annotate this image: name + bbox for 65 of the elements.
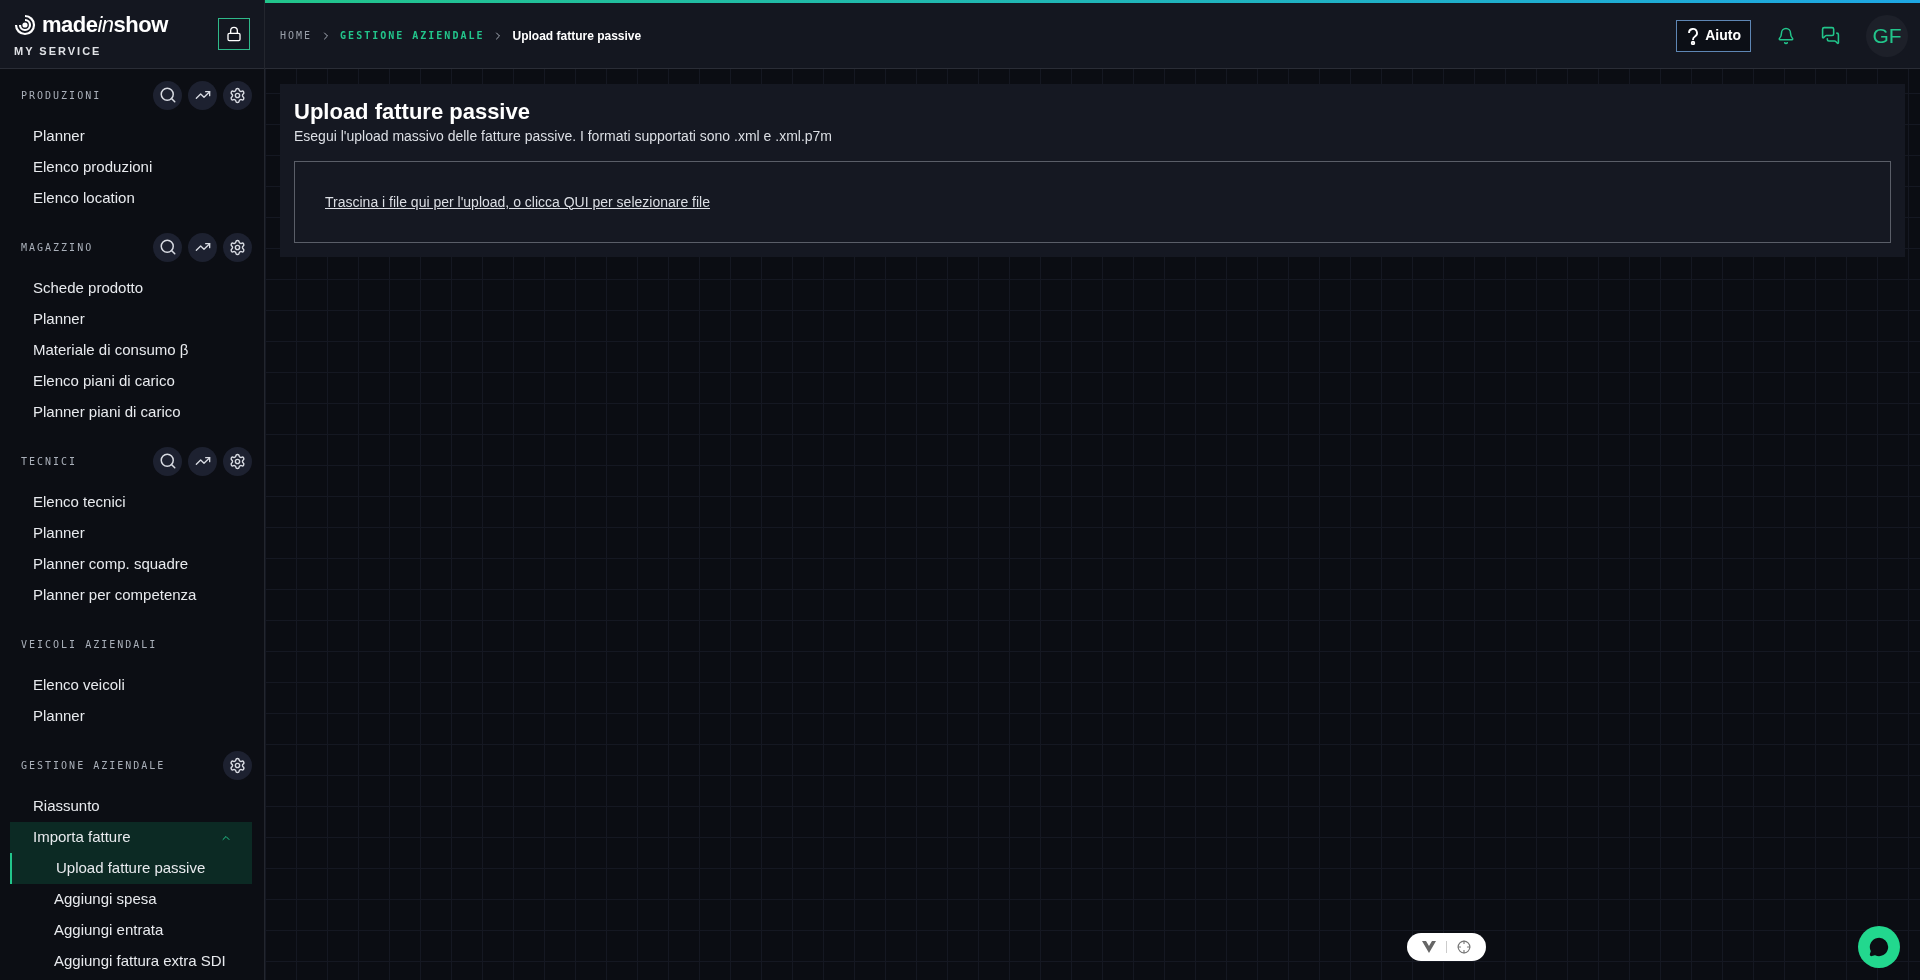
breadcrumb-link[interactable]: HOME — [280, 28, 313, 43]
brand-logo: madeinshow — [42, 11, 168, 40]
sidebar-item[interactable]: Importa fatture — [10, 822, 252, 853]
breadcrumb-current: Upload fatture passive — [512, 27, 642, 45]
search-button[interactable] — [153, 232, 182, 262]
bell-icon — [1777, 26, 1795, 45]
sidebar-item[interactable]: Elenco produzioni — [10, 152, 252, 183]
sidebar-item[interactable]: Elenco location — [10, 183, 252, 214]
sidebar-item[interactable]: Planner — [10, 701, 252, 732]
chat-bubble-button[interactable] — [1858, 926, 1900, 968]
settings-icon — [229, 452, 246, 470]
sidebar-item[interactable]: Planner piani di carico — [10, 397, 252, 428]
sidebar-item[interactable]: Schede prodotto — [10, 273, 252, 304]
section-title: VEICOLI AZIENDALI — [21, 637, 158, 652]
sidebar-item[interactable]: Upload fatture passive — [10, 853, 252, 884]
dropzone[interactable]: Trascina i file qui per l'upload, o clicca QUI per selezionare file — [294, 161, 1891, 243]
page-description: Esegui l'upload massivo delle fatture passive. I formati supportati sono .xml e .xml.p7m — [294, 127, 834, 146]
section-title: PRODUZIONI — [21, 88, 102, 103]
search-icon — [158, 86, 177, 104]
sidebar-item[interactable]: Riassunto — [10, 791, 252, 822]
sidebar-item[interactable]: Aggiungi fattura extra SDI — [10, 946, 252, 977]
section-title: TECNICI — [21, 454, 78, 469]
section-title: MAGAZZINO — [21, 240, 94, 255]
breadcrumb-link[interactable]: GESTIONE AZIENDALE — [340, 28, 485, 43]
settings-icon — [229, 238, 246, 256]
sidebar-item[interactable]: Planner — [10, 304, 252, 335]
sidebar-item[interactable]: Planner — [10, 121, 252, 152]
speech-bubble-icon — [1869, 937, 1889, 957]
brand-subtitle: MY SERVICE — [14, 44, 103, 60]
settings-button[interactable] — [223, 232, 252, 262]
lock-button[interactable] — [218, 18, 250, 50]
section-title: GESTIONE AZIENDALE — [21, 758, 166, 773]
sidebar-item[interactable]: Elenco tecnici — [10, 487, 252, 518]
logo-icon — [14, 13, 36, 36]
settings-button[interactable] — [223, 80, 252, 110]
help-icon — [1686, 26, 1701, 45]
sidebar-item[interactable]: Planner — [10, 518, 252, 549]
upload-link[interactable]: Trascina i file qui per l'upload, o clicca QUI per selezionare file — [325, 191, 710, 213]
page-title: Upload fatture passive — [294, 98, 531, 126]
chat-button[interactable] — [1821, 26, 1840, 45]
v-logo-icon[interactable] — [1422, 941, 1436, 953]
help-button[interactable]: Aiuto — [1676, 19, 1751, 52]
sidebar-item[interactable]: Aggiungi entrata — [10, 915, 252, 946]
search-icon — [158, 238, 177, 256]
sidebar-item[interactable]: Planner comp. squadre — [10, 549, 252, 580]
sidebar-item[interactable]: Aggiungi spesa — [10, 884, 252, 915]
chart-button[interactable] — [188, 446, 217, 476]
sidebar-item[interactable]: Elenco veicoli — [10, 670, 252, 701]
settings-button[interactable] — [223, 446, 252, 476]
chat-icon — [1821, 26, 1840, 45]
lock-icon — [226, 26, 242, 42]
settings-icon — [229, 756, 246, 774]
sidebar-item[interactable]: Materiale di consumo β — [10, 335, 252, 366]
chart-button[interactable] — [188, 232, 217, 262]
sidebar-item[interactable]: Planner per competenza — [10, 580, 252, 611]
sidebar-item[interactable]: Elenco piani di carico — [10, 366, 252, 397]
settings-button[interactable] — [223, 750, 252, 780]
settings-icon — [229, 86, 246, 104]
chart-button[interactable] — [188, 80, 217, 110]
search-button[interactable] — [153, 80, 182, 110]
search-button[interactable] — [153, 446, 182, 476]
user-avatar[interactable]: GF — [1866, 14, 1908, 57]
notifications-button[interactable] — [1777, 26, 1795, 45]
target-icon[interactable] — [1457, 940, 1471, 954]
search-icon — [158, 452, 177, 470]
